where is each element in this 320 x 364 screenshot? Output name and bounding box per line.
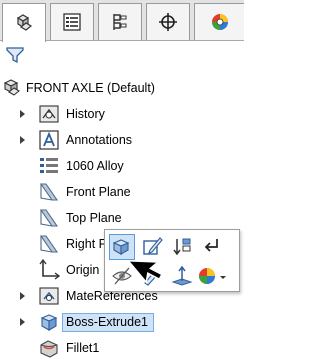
tree-item-front-plane[interactable]: Front Plane (0, 180, 244, 204)
tree-item-history[interactable]: History (0, 102, 244, 126)
filter-icon (6, 47, 24, 67)
tree-item-label: Annotations (66, 133, 133, 147)
plane-icon (38, 233, 60, 255)
display-manager-icon (210, 12, 230, 32)
expand-arrow-icon[interactable] (20, 318, 25, 326)
normal-to-button[interactable] (169, 264, 195, 290)
rollback-button[interactable] (169, 234, 195, 260)
tab-propertymanager[interactable] (50, 3, 94, 40)
tree-item-material[interactable]: 1060 Alloy (0, 154, 244, 178)
tree-item-annotations[interactable]: Annotations (0, 128, 244, 152)
hide-icon (111, 265, 133, 290)
tree-item-fillet1[interactable]: Fillet1 (0, 336, 244, 360)
appearance-button[interactable] (139, 264, 165, 290)
tree-item-label: Top Plane (66, 211, 122, 225)
edit-sketch-button[interactable] (139, 234, 165, 260)
configurationmanager-icon (110, 12, 130, 32)
tree-root-part[interactable]: FRONT AXLE (Default) (0, 76, 244, 100)
parent-child-icon (201, 235, 223, 260)
tab-featuremanager[interactable] (2, 3, 46, 42)
color-appearance-dropdown[interactable] (197, 264, 227, 290)
tree-item-label: Right P (66, 237, 107, 251)
tree-item-label: 1060 Alloy (66, 159, 124, 173)
material-icon (38, 155, 60, 177)
plane-icon (38, 207, 60, 229)
history-folder-icon (38, 103, 60, 125)
tree-item-label: Origin (66, 263, 100, 277)
tree-item-label: Front Plane (66, 185, 131, 199)
tree-item-label: Boss-Extrude1 (66, 315, 148, 329)
edit-feature-button[interactable] (109, 234, 135, 260)
origin-icon (38, 259, 60, 281)
tree-item-top-plane[interactable]: Top Plane (0, 206, 244, 230)
hide-button[interactable] (109, 264, 135, 290)
plane-icon (38, 181, 60, 203)
normal-to-icon (171, 265, 193, 290)
parent-child-button[interactable] (199, 234, 225, 260)
tree-item-label: Fillet1 (66, 341, 100, 355)
tree-root-label: FRONT AXLE (Default) (26, 81, 155, 95)
annotations-icon (38, 129, 60, 151)
part-icon (2, 77, 24, 99)
rollback-icon (171, 235, 193, 260)
boss-extrude-icon (38, 311, 60, 333)
expand-arrow-icon[interactable] (20, 110, 25, 118)
dimxpertmanager-icon (158, 12, 178, 32)
tree-item-boss-extrude1[interactable]: Boss-Extrude1 (0, 310, 244, 334)
expand-arrow-icon[interactable] (20, 136, 25, 144)
edit-sketch-icon (141, 235, 163, 260)
manager-tab-strip (0, 0, 244, 42)
tab-configurationmanager[interactable] (98, 3, 142, 40)
featuremanager-tree-icon (13, 12, 35, 34)
appearance-icon (141, 265, 163, 290)
mate-references-icon (38, 285, 60, 307)
expand-arrow-icon[interactable] (20, 292, 25, 300)
color-appearance-dropdown-icon (197, 265, 227, 290)
tab-displaymanager[interactable] (194, 3, 244, 40)
tree-item-label: History (66, 107, 105, 121)
edit-feature-icon (111, 235, 133, 260)
fillet-icon (38, 337, 60, 359)
context-toolbar (104, 229, 240, 292)
tab-dimxpertmanager[interactable] (146, 3, 190, 40)
propertymanager-icon (62, 12, 82, 32)
filter-button[interactable] (6, 46, 26, 66)
